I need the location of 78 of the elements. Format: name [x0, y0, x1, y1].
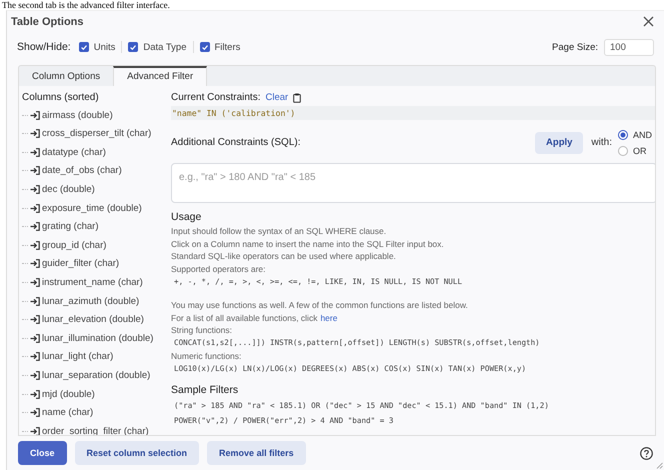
column-item[interactable]: lunar_light (char) — [42, 351, 114, 362]
checkbox-label: Units — [94, 42, 116, 53]
tab[interactable]: Advanced Filter — [113, 66, 208, 86]
columns-title: Columns (sorted) — [22, 92, 100, 103]
insert-icon[interactable] — [30, 110, 40, 120]
checkbox[interactable] — [78, 42, 89, 52]
column-item[interactable]: dec (double) — [42, 184, 95, 195]
current-constraints-label: Current Constraints: — [171, 92, 260, 104]
column-item[interactable]: lunar_elevation (double) — [42, 314, 144, 326]
usage-text: String functions: — [171, 324, 233, 338]
sample-filters-heading: Sample Filters — [171, 384, 240, 396]
column-item[interactable]: airmass (double) — [42, 110, 113, 121]
insert-icon[interactable] — [30, 222, 40, 232]
insert-icon[interactable] — [30, 426, 40, 436]
insert-icon[interactable] — [30, 166, 40, 176]
insert-icon[interactable] — [30, 259, 40, 268]
column-item[interactable]: date_of_obs (char) — [42, 165, 122, 176]
sql-input-field[interactable]: e.g., "ra" > 180 AND "ra" < 185 — [171, 162, 655, 203]
column-item[interactable]: datatype (char) — [42, 146, 106, 158]
caption-text: The second tab is the advanced filter interface. — [2, 0, 170, 10]
functions-link[interactable]: here — [320, 312, 338, 324]
checkbox-label: Data Type — [143, 42, 186, 53]
column-item[interactable]: lunar_separation (double) — [42, 370, 150, 381]
insert-icon[interactable] — [30, 315, 40, 324]
insert-icon[interactable] — [30, 184, 40, 194]
clipboard-icon[interactable] — [293, 92, 302, 103]
column-item[interactable]: lunar_illumination (double) — [42, 332, 154, 344]
insert-icon[interactable] — [30, 240, 40, 250]
dialog-title: Table Options — [11, 16, 84, 28]
column-item[interactable]: instrument_name (char) — [42, 276, 143, 288]
radio-label: OR — [632, 146, 646, 156]
usage-text: Supported operators are: — [171, 263, 267, 276]
help-icon[interactable] — [640, 446, 653, 460]
column-item[interactable]: cross_disperser_tilt (char) — [42, 128, 152, 140]
column-item[interactable]: mjd (double) — [42, 388, 95, 400]
usage-text: Numeric functions: — [171, 350, 242, 363]
usage-text: You may use functions as well. A few of the common functions are listed below. — [171, 298, 469, 312]
tab[interactable]: Column Options — [19, 66, 114, 86]
footer-button[interactable]: Remove all filters — [207, 441, 306, 466]
radio-label: AND — [632, 130, 652, 140]
checkbox[interactable] — [200, 42, 210, 52]
usage-heading: Usage — [171, 210, 202, 223]
checkbox[interactable] — [128, 42, 138, 52]
footer-button[interactable]: Close — [18, 441, 67, 466]
insert-icon[interactable] — [30, 408, 40, 418]
resize-grip-icon[interactable] — [656, 462, 663, 469]
column-item[interactable]: name (char) — [42, 407, 94, 418]
column-item[interactable]: group_id (char) — [42, 240, 106, 251]
show-hide-label: Show/Hide: — [17, 41, 71, 54]
checkbox-label: Filters — [214, 42, 240, 53]
insert-icon[interactable] — [30, 390, 40, 398]
radio-button[interactable] — [618, 130, 628, 140]
insert-icon[interactable] — [30, 204, 40, 213]
apply-button[interactable]: Apply — [535, 132, 584, 154]
radio-button[interactable] — [618, 146, 628, 156]
column-item[interactable]: guider_filter (char) — [42, 258, 120, 270]
usage-text: For a list of all available functions, click — [171, 312, 318, 324]
insert-icon[interactable] — [30, 352, 40, 362]
usage-text: Standard SQL-like operators can be used where applicable. — [171, 250, 397, 264]
insert-icon[interactable] — [30, 278, 40, 287]
insert-icon[interactable] — [30, 334, 40, 343]
column-item[interactable]: lunar_azimuth (double) — [42, 296, 140, 307]
close-icon[interactable] — [643, 16, 654, 28]
insert-icon[interactable] — [30, 148, 40, 157]
page-size-label: Page Size: — [552, 42, 598, 53]
usage-text: Click on a Column name to insert the name into the SQL Filter input box. — [171, 238, 445, 250]
insert-icon[interactable] — [30, 129, 40, 138]
page-size-field[interactable]: 100 — [604, 38, 654, 56]
additional-constraints-label: Additional Constraints (SQL): — [171, 137, 301, 148]
insert-icon[interactable] — [30, 296, 40, 306]
current-constraint-code: "name" IN ('calibration') — [171, 106, 655, 120]
footer-button[interactable]: Reset column selection — [74, 441, 200, 466]
clear-link[interactable]: Clear — [265, 92, 288, 104]
column-item[interactable]: exposure_time (double) — [42, 202, 142, 214]
usage-text: Input should follow the syntax of an SQL WHERE clause. — [171, 224, 388, 238]
insert-icon[interactable] — [30, 370, 40, 380]
column-item[interactable]: grating (char) — [42, 221, 98, 232]
with-label: with: — [591, 137, 612, 148]
